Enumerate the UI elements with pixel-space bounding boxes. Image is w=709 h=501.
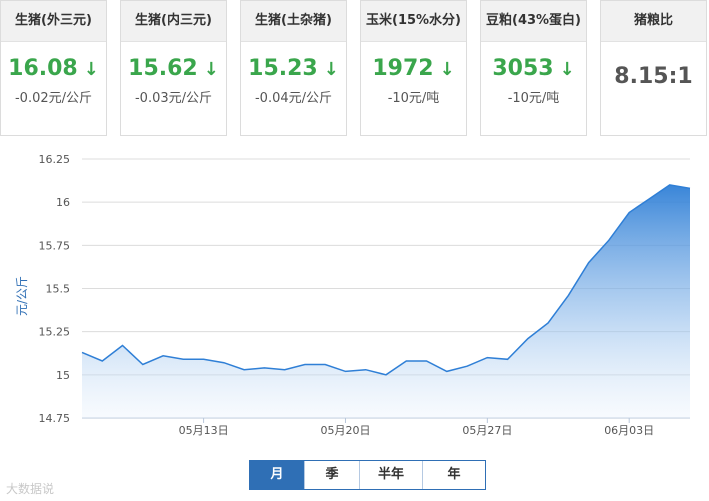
y-tick-label: 15 [56,369,70,382]
down-arrow-icon: ↓ [323,59,339,80]
y-tick-label: 14.75 [39,412,71,425]
watermark-logo: 大数据说 [6,482,55,496]
card-title: 玉米(15%水分) [361,1,466,42]
tab-year[interactable]: 年 [423,461,485,489]
card-value: 15.23 ↓ [241,56,346,81]
ratio-value: 8.15:1 [614,64,693,89]
value-text: 3053 [492,56,554,81]
x-tick-label: 05月27日 [462,424,512,437]
value-text: 16.08 [8,56,78,81]
down-arrow-icon: ↓ [439,59,455,80]
y-tick-label: 15.25 [39,326,71,339]
price-card-soymeal[interactable]: 豆粕(43%蛋白) 3053 ↓ -10元/吨 [480,0,587,136]
price-card-pig-inner[interactable]: 生猪(内三元) 15.62 ↓ -0.03元/公斤 [120,0,227,136]
period-selector: 月 季 半年 年 [249,460,486,490]
value-text: 15.62 [128,56,198,81]
y-axis-labels: 16.25 16 15.75 15.5 15.25 15 14.75 [39,153,71,425]
tab-half-year[interactable]: 半年 [360,461,423,489]
price-card-pig-local[interactable]: 生猪(土杂猪) 15.23 ↓ -0.04元/公斤 [240,0,347,136]
y-tick-label: 15.5 [46,283,71,296]
price-card-pig-outer[interactable]: 生猪(外三元) 16.08 ↓ -0.02元/公斤 [0,0,107,136]
down-arrow-icon: ↓ [203,59,219,80]
price-chart: 16.25 16 15.75 15.5 15.25 15 14.75 元/公斤 05月13日… [0,148,709,448]
value-text: 1972 [372,56,434,81]
tab-month[interactable]: 月 [250,461,305,489]
card-value: 3053 ↓ [481,56,586,81]
card-change: -10元/吨 [507,91,560,106]
x-tick-label: 06月03日 [604,424,654,437]
x-tick-label: 05月20日 [320,424,370,437]
price-cards: 生猪(外三元) 16.08 ↓ -0.02元/公斤 生猪(内三元) 15.62 ↓ … [0,0,709,150]
card-title: 猪粮比 [601,1,706,42]
card-title: 生猪(内三元) [121,1,226,42]
value-text: 15.23 [248,56,318,81]
y-tick-label: 16.25 [39,153,71,166]
card-change: -0.04元/公斤 [254,91,333,106]
y-axis-title: 元/公斤 [15,276,29,316]
card-change: -0.03元/公斤 [134,91,213,106]
card-change: -10元/吨 [387,91,440,106]
card-value: 1972 ↓ [361,56,466,81]
card-title: 豆粕(43%蛋白) [481,1,586,42]
x-tick-label: 05月13日 [179,424,229,437]
y-tick-label: 15.75 [39,239,71,252]
price-card-corn[interactable]: 玉米(15%水分) 1972 ↓ -10元/吨 [360,0,467,136]
chart-svg: 16.25 16 15.75 15.5 15.25 15 14.75 元/公斤 05月13日… [15,153,691,437]
card-value: 15.62 ↓ [121,56,226,81]
ratio-card[interactable]: 猪粮比 8.15:1 [600,0,707,136]
y-tick-label: 16 [56,196,70,209]
card-value: 16.08 ↓ [1,56,106,81]
series-area [82,184,690,418]
x-axis-labels: 05月13日 05月20日 05月27日 06月03日 [179,418,654,437]
down-arrow-icon: ↓ [83,59,99,80]
down-arrow-icon: ↓ [559,59,575,80]
tab-quarter[interactable]: 季 [305,461,360,489]
card-title: 生猪(土杂猪) [241,1,346,42]
card-change: -0.02元/公斤 [14,91,93,106]
card-title: 生猪(外三元) [1,1,106,42]
